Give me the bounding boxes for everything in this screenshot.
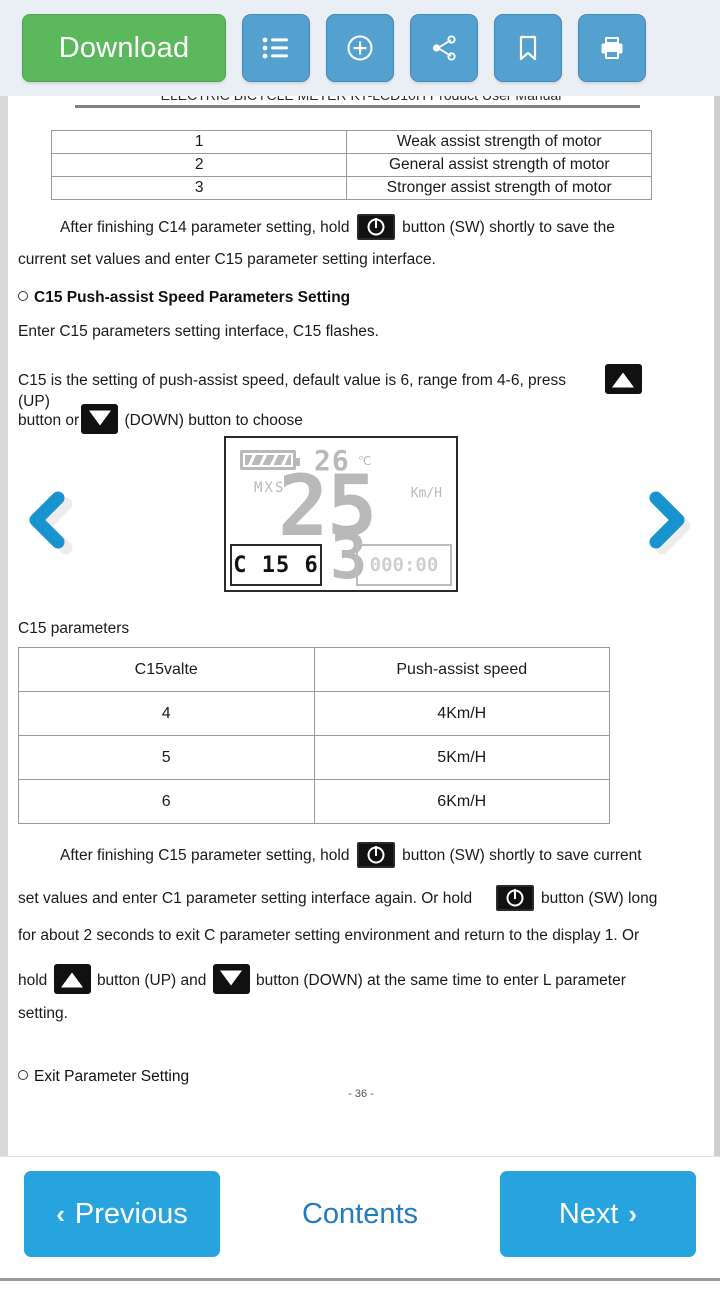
zoom-in-button[interactable] — [326, 14, 394, 82]
paragraph-after-line1: After finishing C15 parameter setting, h… — [18, 842, 658, 868]
table-header-row: C15valte Push-assist speed — [18, 647, 610, 692]
c15-header-speed: Push-assist speed — [313, 647, 610, 692]
heading-exit-parameter-setting: Exit Parameter Setting — [18, 1068, 189, 1086]
c15-speed: 6Km/H — [313, 779, 610, 824]
para-after-text-a: After finishing C15 parameter setting, h… — [60, 847, 350, 864]
paragraph-enter-c15: Enter C15 parameters setting interface, … — [18, 323, 379, 340]
heading-c15-push-assist: C15 Push-assist Speed Parameters Setting — [18, 289, 350, 307]
pdf-viewer-page: Download 1 Weak assist strength of motor… — [0, 0, 720, 1292]
c15-header-value: C15valte — [18, 647, 315, 692]
next-button[interactable]: Next › — [500, 1171, 696, 1257]
next-page-arrow[interactable] — [646, 488, 708, 565]
top-toolbar: Download — [0, 0, 720, 96]
c15-value: 6 — [18, 779, 315, 824]
running-header-rule — [75, 105, 640, 108]
bookmark-button[interactable] — [494, 14, 562, 82]
c15-value: 5 — [18, 735, 315, 780]
print-button[interactable] — [578, 14, 646, 82]
contents-link-label: Contents — [301, 1197, 419, 1230]
assist-value: 1 — [50, 130, 348, 154]
c15-speed: 4Km/H — [313, 691, 610, 736]
previous-page-arrow[interactable] — [12, 488, 74, 565]
c15-speed: 5Km/H — [313, 735, 610, 780]
para-c14-text-b: button (SW) shortly to save the — [402, 219, 615, 236]
lcd-code-box: C 15 6 — [230, 544, 322, 586]
chevron-right-icon: › — [628, 1199, 638, 1229]
chevron-left-icon — [12, 491, 74, 564]
window-bottom-edge — [0, 1278, 720, 1292]
para-after-text-d: button (SW) long — [541, 890, 658, 907]
para-c14-text-a: After finishing C14 parameter setting, h… — [60, 219, 350, 236]
list-icon — [261, 35, 291, 61]
c15-parameters-table: C15valte Push-assist speed 4 4Km/H 5 5Km… — [18, 647, 610, 824]
down-button-icon — [212, 964, 250, 994]
lcd-odometer-value: 000:00 — [369, 554, 439, 576]
chevron-right-icon — [646, 491, 708, 564]
print-icon — [597, 34, 627, 62]
bottom-navigation-bar: ‹ Previous Contents Next › — [0, 1156, 720, 1278]
table-row: 6 6Km/H — [18, 779, 610, 824]
contents-list-button[interactable] — [242, 14, 310, 82]
assist-strength-table: 1 Weak assist strength of motor 2 Genera… — [50, 130, 652, 200]
heading-c15-label: C15 Push-assist Speed Parameters Setting — [34, 289, 351, 306]
c15-table-caption: C15 parameters — [18, 620, 130, 637]
document-viewport[interactable]: ELECTRIC BICYCLE METER KT-LCD10H Product… — [0, 96, 720, 1156]
para-range-text-c: button or — [18, 412, 80, 429]
up-button-icon — [53, 964, 91, 994]
table-row: 4 4Km/H — [18, 691, 610, 736]
para-range-text-d: (DOWN) button to choose — [124, 412, 303, 429]
bookmark-icon — [515, 33, 541, 63]
paragraph-after-line4: hold button (UP) and button (DOWN) at th… — [18, 964, 658, 994]
next-button-label: Next — [558, 1197, 619, 1230]
download-button[interactable]: Download — [22, 14, 226, 82]
para-after-text-h: button (DOWN) at the same time to enter … — [256, 972, 626, 989]
sw-button-icon — [356, 214, 395, 240]
circle-bullet-icon — [18, 1070, 28, 1080]
page-edge-right — [714, 96, 720, 1156]
table-row: 5 5Km/H — [18, 735, 610, 780]
download-button-label: Download — [58, 31, 190, 64]
paragraph-after-line2: set values and enter C1 parameter settin… — [18, 885, 658, 911]
document-page: ELECTRIC BICYCLE METER KT-LCD10H Product… — [8, 96, 714, 1156]
para-after-text-c: set values and enter C1 parameter settin… — [18, 890, 473, 907]
para-after-text-b: button (SW) shortly to save current — [402, 847, 642, 864]
para-after-text-f: hold — [18, 972, 48, 989]
table-row: 1 Weak assist strength of motor — [50, 130, 652, 154]
assist-value: 2 — [50, 153, 348, 177]
sw-button-icon — [495, 885, 534, 911]
page-edge-left — [0, 96, 8, 1156]
page-number: - 36 - — [348, 1088, 374, 1100]
paragraph-range-line2: button or (DOWN) button to choose — [18, 404, 658, 434]
paragraph-after-line5: setting. — [18, 1005, 68, 1022]
assist-value: 3 — [50, 176, 348, 200]
lcd-speed-unit: Km/H — [410, 486, 442, 501]
up-button-icon — [604, 364, 642, 394]
c15-value: 4 — [18, 691, 315, 736]
running-header: ELECTRIC BICYCLE METER KT-LCD10H Product… — [48, 96, 674, 103]
heading-exit-label: Exit Parameter Setting — [34, 1068, 190, 1085]
sw-button-icon — [356, 842, 395, 868]
paragraph-c14-line2: current set values and enter C15 paramet… — [18, 251, 436, 268]
share-button[interactable] — [410, 14, 478, 82]
table-row: 2 General assist strength of motor — [50, 153, 652, 177]
lcd-display-figure: 26 ℃ MXS 25 Km/H 3 C 15 6 000:00 — [224, 436, 458, 592]
share-icon — [429, 33, 459, 63]
down-button-icon — [81, 404, 119, 434]
assist-desc: Stronger assist strength of motor — [346, 176, 652, 200]
lcd-odometer-box: 000:00 — [356, 544, 452, 586]
table-row: 3 Stronger assist strength of motor — [50, 176, 652, 200]
assist-desc: General assist strength of motor — [346, 153, 652, 177]
paragraph-after-line3: for about 2 seconds to exit C parameter … — [18, 927, 640, 944]
para-after-text-g: button (UP) and — [96, 972, 207, 989]
plus-circle-icon — [345, 33, 375, 63]
assist-desc: Weak assist strength of motor — [346, 130, 652, 154]
lcd-code-value: C 15 6 — [233, 552, 319, 578]
para-range-text-a: C15 is the setting of push-assist speed,… — [18, 372, 566, 389]
paragraph-c14-line1: After finishing C14 parameter setting, h… — [18, 214, 658, 240]
circle-bullet-icon — [18, 291, 28, 301]
